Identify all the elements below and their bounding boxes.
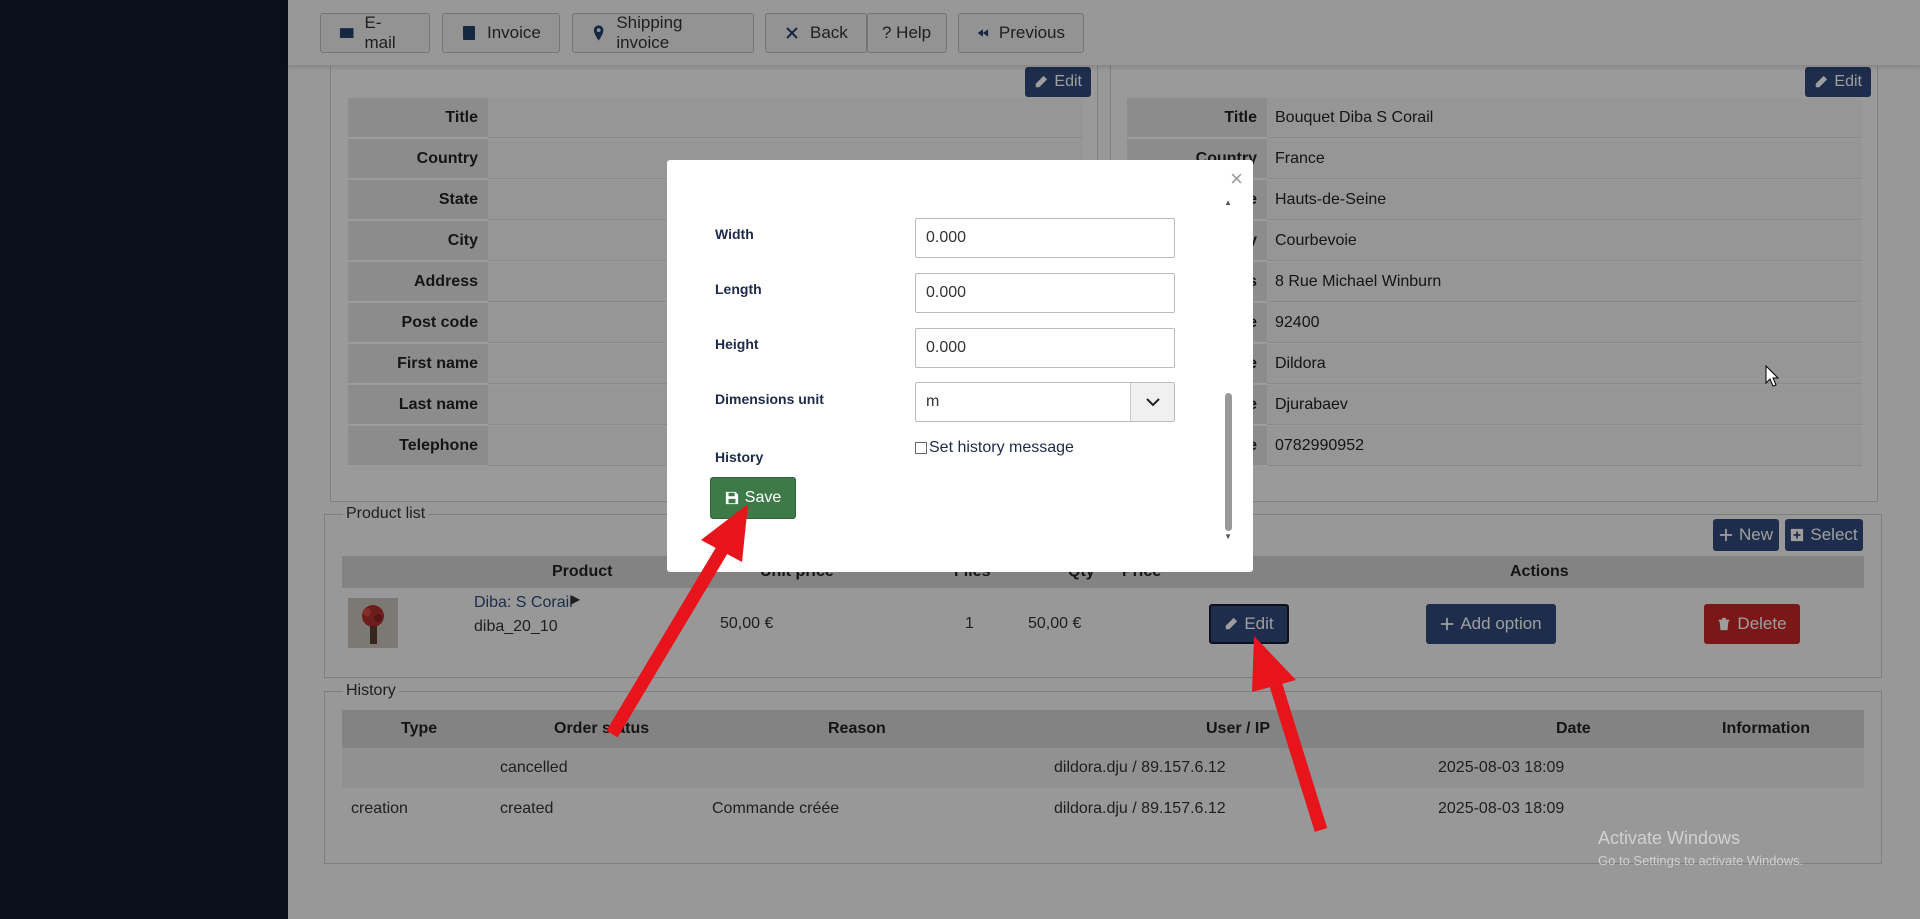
arrow-to-save — [606, 504, 748, 738]
arrow-to-edit — [1252, 636, 1328, 832]
mouse-cursor-icon — [1765, 365, 1779, 387]
annotation-arrows — [606, 504, 1328, 832]
